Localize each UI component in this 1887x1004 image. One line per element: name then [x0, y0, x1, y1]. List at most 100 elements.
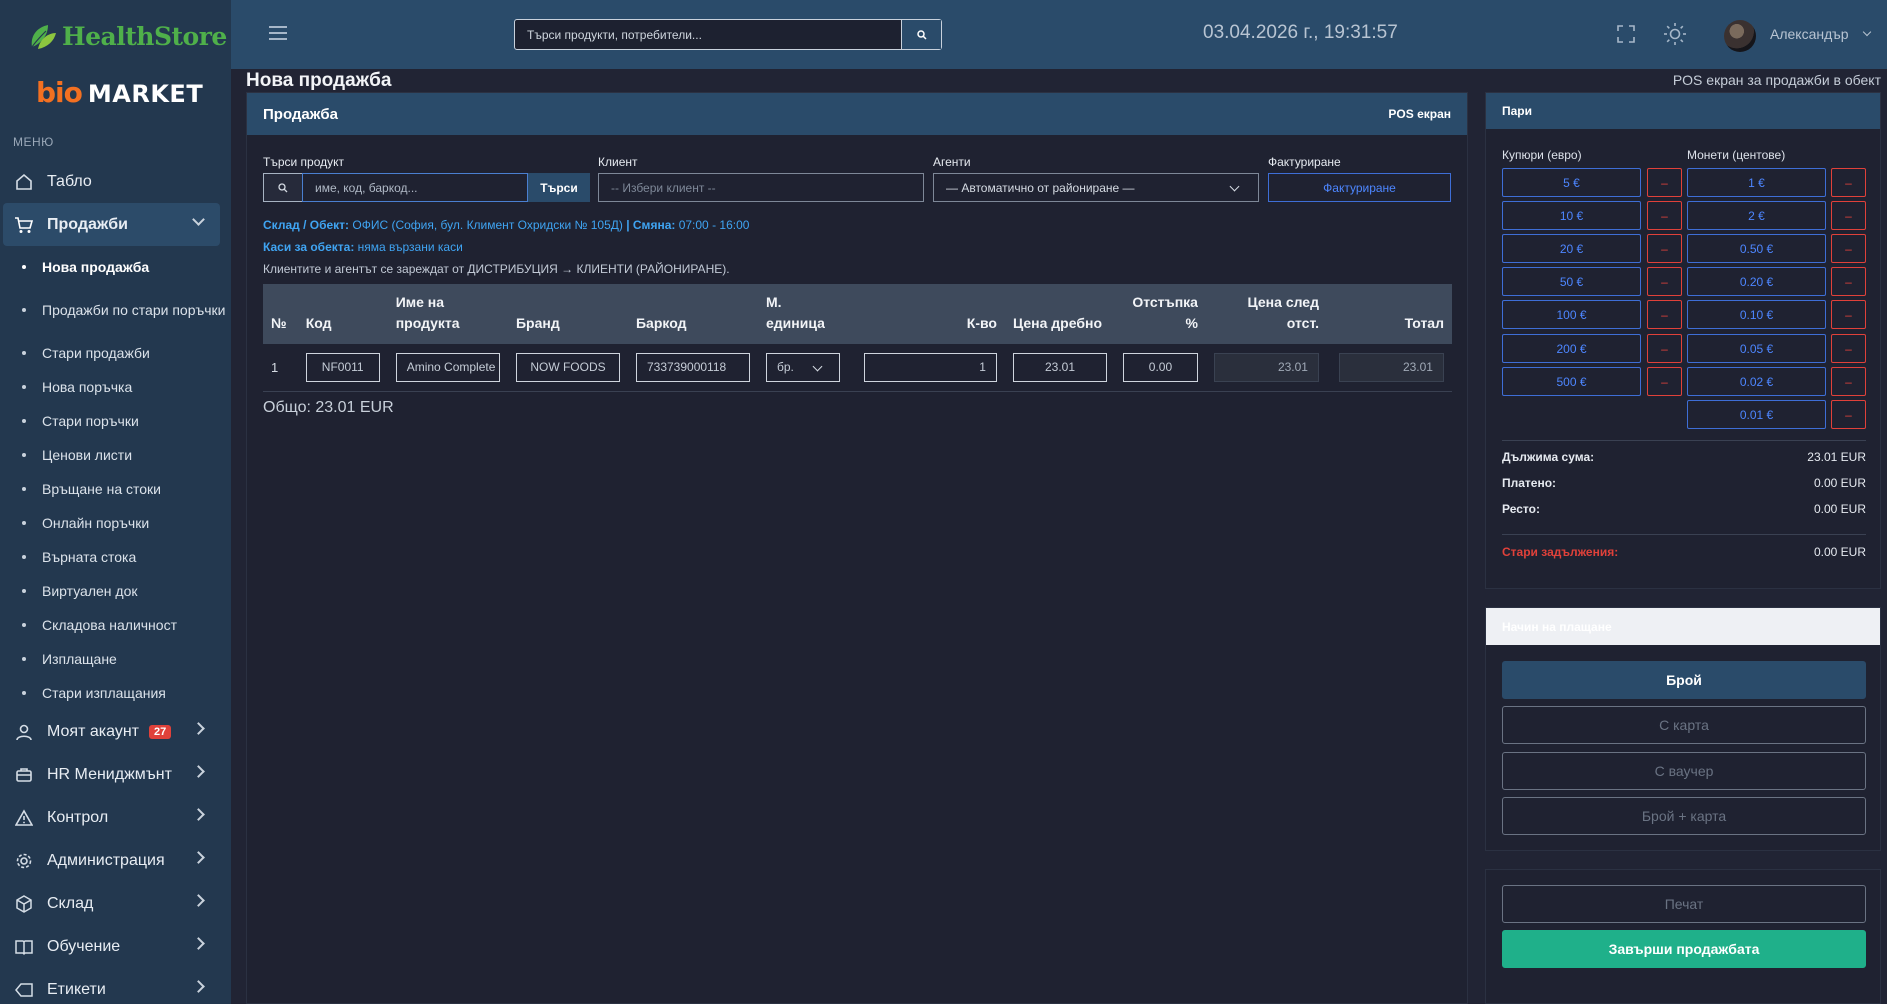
- amount-due-row: Дължима сума: 23.01 EUR: [1502, 450, 1866, 464]
- bill-50-button[interactable]: 50 €: [1502, 267, 1641, 296]
- coin-1-button[interactable]: 1 €: [1687, 168, 1826, 197]
- agents-select[interactable]: — Автоматично от райониране —: [933, 173, 1259, 202]
- cash-info: Каси за обекта: няма вързани каси: [263, 240, 463, 254]
- fullscreen-icon[interactable]: [1617, 25, 1635, 46]
- theme-toggle-icon[interactable]: [1663, 22, 1687, 49]
- finish-sale-button[interactable]: Завърши продажбата: [1502, 930, 1866, 968]
- discount-field[interactable]: 0.00: [1122, 352, 1198, 382]
- sidebar-item-control[interactable]: Контрол: [0, 796, 231, 839]
- sale-card: Продажба POS екран Търси продукт Търси К…: [246, 92, 1468, 1004]
- product-name-field[interactable]: Amino Complete: [395, 352, 500, 382]
- sidebar-item-administration[interactable]: Администрация: [0, 839, 231, 882]
- sidebar-subitem-new-sale[interactable]: Нова продажба: [0, 250, 231, 284]
- coin-001-button[interactable]: 0.01 €: [1687, 400, 1826, 429]
- bill-5-minus-button[interactable]: –: [1647, 168, 1682, 197]
- net-price-field: 23.01: [1213, 352, 1319, 382]
- bill-200-button[interactable]: 200 €: [1502, 334, 1641, 363]
- sidebar-subitem-virtual-dock[interactable]: Виртуален док: [0, 574, 231, 608]
- biomarket-logo-market: MARKET: [87, 80, 204, 108]
- coin-005-minus-button[interactable]: –: [1831, 334, 1866, 363]
- bill-500-minus-button[interactable]: –: [1647, 367, 1682, 396]
- col-name: Име на продукта: [387, 284, 508, 344]
- pay-cash-button[interactable]: Брой: [1502, 661, 1866, 699]
- pay-voucher-button[interactable]: С ваучер: [1502, 752, 1866, 790]
- coin-2-minus-button[interactable]: –: [1831, 201, 1866, 230]
- sidebar-subitem-returns[interactable]: Връщане на стоки: [0, 472, 231, 506]
- paid-row: Платено: 0.00 EUR: [1502, 476, 1866, 490]
- sidebar-item-training[interactable]: Обучение: [0, 925, 231, 968]
- sidebar-subitem-payout[interactable]: Изплащане: [0, 642, 231, 676]
- avatar[interactable]: [1724, 20, 1756, 52]
- retail-price-field[interactable]: 23.01: [1012, 352, 1107, 382]
- sidebar-item-sales[interactable]: Продажби: [3, 203, 220, 246]
- coin-002-minus-button[interactable]: –: [1831, 367, 1866, 396]
- brand-field[interactable]: NOW FOODS: [515, 352, 620, 382]
- sidebar-subitem-stock[interactable]: Складова наличност: [0, 608, 231, 642]
- sidebar-item-hr[interactable]: HR Мениджмънт: [0, 753, 231, 796]
- bills-label: Купюри (евро): [1502, 148, 1582, 162]
- sidebar-subitem-price-lists[interactable]: Ценови листи: [0, 438, 231, 472]
- sidebar-item-my-account[interactable]: Моят акаунт 27: [0, 710, 231, 753]
- global-search-input[interactable]: [515, 20, 901, 49]
- coin-020-button[interactable]: 0.20 €: [1687, 267, 1826, 296]
- bill-20-minus-button[interactable]: –: [1647, 234, 1682, 263]
- print-button[interactable]: Печат: [1502, 885, 1866, 923]
- bill-100-button[interactable]: 100 €: [1502, 300, 1641, 329]
- biomarket-logo[interactable]: bio MARKET: [36, 76, 203, 109]
- sidebar-subitem-old-payouts[interactable]: Стари изплащания: [0, 676, 231, 710]
- sidebar-subitem-new-order[interactable]: Нова поръчка: [0, 370, 231, 404]
- coin-002-button[interactable]: 0.02 €: [1687, 367, 1826, 396]
- unit-select[interactable]: бр.: [765, 352, 840, 382]
- hamburger-menu-icon[interactable]: [269, 26, 287, 44]
- pay-card-button[interactable]: С карта: [1502, 706, 1866, 744]
- money-card-title: Пари: [1502, 104, 1533, 118]
- sidebar-item-labels[interactable]: Етикети: [0, 968, 231, 1004]
- unit-select-value: бр.: [776, 360, 794, 375]
- sidebar-item-label: HR Мениджмънт: [47, 765, 172, 783]
- bill-20-button[interactable]: 20 €: [1502, 234, 1641, 263]
- bill-500-button[interactable]: 500 €: [1502, 367, 1641, 396]
- product-search-input[interactable]: [302, 173, 528, 202]
- bill-50-minus-button[interactable]: –: [1647, 267, 1682, 296]
- table-row: 1 NF0011 Amino Complete NOW FOODS 733739…: [263, 344, 1452, 392]
- coin-001-minus-button[interactable]: –: [1831, 400, 1866, 429]
- datetime-display: 03.04.2026 г., 19:31:57: [1203, 22, 1398, 43]
- invoice-button[interactable]: Фактуриране: [1268, 173, 1451, 202]
- divider: [1502, 440, 1866, 441]
- quantity-field[interactable]: 1: [863, 352, 997, 382]
- bill-10-button[interactable]: 10 €: [1502, 201, 1641, 230]
- code-field[interactable]: NF0011: [305, 352, 380, 382]
- coin-005-button[interactable]: 0.05 €: [1687, 334, 1826, 363]
- pay-cash-card-button[interactable]: Брой + карта: [1502, 797, 1866, 835]
- sidebar-subitem-online-orders[interactable]: Онлайн поръчки: [0, 506, 231, 540]
- sidebar: HealthStore bio MARKET МЕНЮ Табло Продаж…: [0, 0, 231, 1004]
- client-select[interactable]: -- Избери клиент --: [598, 173, 924, 202]
- bill-100-minus-button[interactable]: –: [1647, 300, 1682, 329]
- coin-010-button[interactable]: 0.10 €: [1687, 300, 1826, 329]
- user-name[interactable]: Александър: [1770, 26, 1849, 42]
- chevron-down-icon[interactable]: [1862, 27, 1872, 37]
- chevron-right-icon: [192, 937, 205, 950]
- sidebar-subitem-old-sales[interactable]: Стари продажби: [0, 336, 231, 370]
- coin-050-button[interactable]: 0.50 €: [1687, 234, 1826, 263]
- sidebar-item-warehouse[interactable]: Склад: [0, 882, 231, 925]
- sidebar-subitem-returned-goods[interactable]: Върната стока: [0, 540, 231, 574]
- product-search-button[interactable]: Търси: [528, 173, 590, 202]
- bill-5-button[interactable]: 5 €: [1502, 168, 1641, 197]
- chevron-right-icon: [192, 765, 205, 778]
- chevron-down-icon: [192, 213, 205, 226]
- barcode-field[interactable]: 733739000118: [635, 352, 750, 382]
- sidebar-subitem-old-orders[interactable]: Стари поръчки: [0, 404, 231, 438]
- coin-2-button[interactable]: 2 €: [1687, 201, 1826, 230]
- sidebar-item-dashboard[interactable]: Табло: [0, 160, 231, 203]
- bill-10-minus-button[interactable]: –: [1647, 201, 1682, 230]
- coin-1-minus-button[interactable]: –: [1831, 168, 1866, 197]
- healthstore-logo[interactable]: HealthStore: [26, 16, 227, 56]
- global-search-button[interactable]: [901, 20, 941, 49]
- bill-200-minus-button[interactable]: –: [1647, 334, 1682, 363]
- table-header-row: № Код Име на продукта Бранд Баркод М. ед…: [263, 284, 1452, 344]
- sidebar-subitem-sales-old-orders[interactable]: Продажби по стари поръчки: [0, 284, 231, 336]
- coin-050-minus-button[interactable]: –: [1831, 234, 1866, 263]
- coin-010-minus-button[interactable]: –: [1831, 300, 1866, 329]
- coin-020-minus-button[interactable]: –: [1831, 267, 1866, 296]
